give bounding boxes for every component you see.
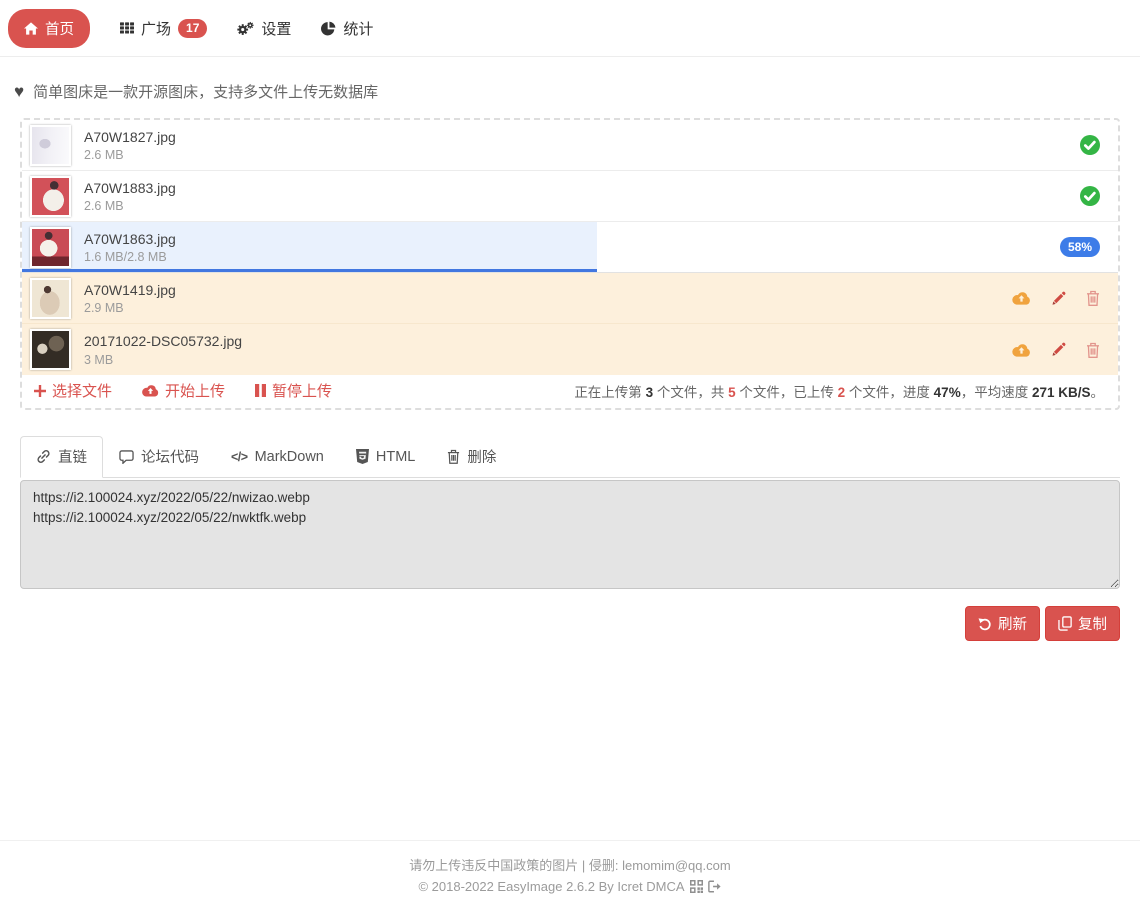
file-size: 2.6 MB bbox=[84, 199, 176, 213]
upload-status-text: 正在上传第 3 个文件，共 5 个文件，已上传 2 个文件，进度 47%，平均速… bbox=[574, 381, 1104, 401]
pencil-icon[interactable] bbox=[1051, 342, 1066, 357]
start-upload-label: 开始上传 bbox=[165, 380, 225, 401]
footer-policy-line: 请勿上传违反中国政策的图片 | 侵删: lemomim@qq.com bbox=[0, 856, 1140, 876]
code-icon: </> bbox=[231, 450, 248, 464]
file-size: 2.9 MB bbox=[84, 301, 176, 315]
trash-icon bbox=[447, 449, 460, 464]
plus-icon bbox=[34, 385, 46, 397]
nav-item-settings[interactable]: 设置 bbox=[237, 18, 291, 39]
select-files-label: 选择文件 bbox=[52, 380, 112, 401]
home-icon bbox=[24, 22, 38, 35]
file-name: A70W1827.jpg bbox=[84, 128, 176, 146]
refresh-label: 刷新 bbox=[998, 613, 1027, 634]
nav-home-label: 首页 bbox=[45, 18, 74, 39]
tab-direct-link[interactable]: 直链 bbox=[20, 436, 103, 478]
nav-settings-label: 设置 bbox=[261, 18, 291, 39]
link-format-tabs: 直链 论坛代码 </> MarkDown HTML 删除 bbox=[20, 436, 1120, 478]
link-output-textarea[interactable]: https://i2.100024.xyz/2022/05/22/nwizao.… bbox=[20, 480, 1120, 589]
check-circle-icon bbox=[1080, 135, 1100, 155]
file-row-pending: 20171022-DSC05732.jpg 3 MB bbox=[22, 324, 1118, 375]
grid-icon bbox=[120, 21, 134, 35]
tab-markdown[interactable]: </> MarkDown bbox=[215, 436, 340, 478]
nav-item-home[interactable]: 首页 bbox=[8, 9, 90, 48]
cloud-upload-icon[interactable] bbox=[1012, 343, 1031, 357]
gears-icon bbox=[237, 21, 254, 36]
file-size: 2.6 MB bbox=[84, 148, 176, 162]
refresh-button[interactable]: 刷新 bbox=[965, 606, 1040, 641]
refresh-icon bbox=[978, 617, 992, 631]
tab-html-label: HTML bbox=[376, 449, 415, 465]
file-name: A70W1863.jpg bbox=[84, 230, 176, 248]
trash-icon[interactable] bbox=[1086, 342, 1100, 358]
plaza-count-badge: 17 bbox=[178, 19, 207, 38]
nav-stats-label: 统计 bbox=[343, 18, 373, 39]
site-tagline: ♥ 简单图床是一款开源图床，支持多文件上传无数据库 bbox=[14, 81, 1120, 102]
link-icon bbox=[36, 449, 51, 464]
file-row: A70W1883.jpg 2.6 MB bbox=[22, 171, 1118, 222]
tab-markdown-label: MarkDown bbox=[255, 449, 324, 465]
qr-code-icon[interactable] bbox=[690, 880, 703, 893]
upload-toolbar: 选择文件 开始上传 暂停上传 正在上传第 3 个文件，共 5 个文件，已上传 2… bbox=[22, 375, 1118, 408]
tab-forum-label: 论坛代码 bbox=[141, 446, 199, 467]
cloud-upload-icon[interactable] bbox=[1012, 291, 1031, 305]
progress-percent-badge: 58% bbox=[1060, 237, 1100, 257]
output-actions: 刷新 复制 bbox=[20, 606, 1120, 641]
tab-delete[interactable]: 删除 bbox=[431, 436, 512, 478]
tab-delete-label: 删除 bbox=[467, 446, 496, 467]
pause-icon bbox=[255, 384, 266, 397]
nav-plaza-label: 广场 bbox=[141, 18, 171, 39]
upload-dropzone: A70W1827.jpg 2.6 MB A70W1883.jpg 2.6 MB bbox=[20, 118, 1120, 410]
file-row: A70W1827.jpg 2.6 MB bbox=[22, 120, 1118, 171]
pause-upload-button[interactable]: 暂停上传 bbox=[255, 380, 332, 401]
logout-icon[interactable] bbox=[708, 880, 722, 893]
file-row-pending: A70W1419.jpg 2.9 MB bbox=[22, 273, 1118, 324]
copy-label: 复制 bbox=[1078, 613, 1107, 634]
copy-button[interactable]: 复制 bbox=[1045, 606, 1120, 641]
file-row-uploading: A70W1863.jpg 1.6 MB/2.8 MB 58% bbox=[22, 222, 1118, 273]
file-name: A70W1883.jpg bbox=[84, 179, 176, 197]
tab-html[interactable]: HTML bbox=[340, 436, 431, 478]
page-footer: 请勿上传违反中国政策的图片 | 侵删: lemomim@qq.com © 201… bbox=[0, 840, 1140, 906]
nav-item-plaza[interactable]: 广场 17 bbox=[120, 18, 207, 39]
file-thumbnail[interactable] bbox=[30, 329, 71, 370]
file-name: A70W1419.jpg bbox=[84, 281, 176, 299]
file-size: 1.6 MB/2.8 MB bbox=[84, 250, 176, 264]
start-upload-button[interactable]: 开始上传 bbox=[142, 380, 225, 401]
html5-icon bbox=[356, 449, 369, 464]
check-circle-icon bbox=[1080, 186, 1100, 206]
copy-icon bbox=[1058, 616, 1072, 631]
file-thumbnail[interactable] bbox=[30, 125, 71, 166]
trash-icon[interactable] bbox=[1086, 290, 1100, 306]
link-output-section: https://i2.100024.xyz/2022/05/22/nwizao.… bbox=[20, 480, 1120, 594]
file-thumbnail[interactable] bbox=[30, 278, 71, 319]
nav-item-stats[interactable]: 统计 bbox=[321, 18, 373, 39]
tagline-text: 简单图床是一款开源图床，支持多文件上传无数据库 bbox=[33, 81, 378, 102]
file-thumbnail[interactable] bbox=[30, 176, 71, 217]
cloud-upload-icon bbox=[142, 384, 159, 397]
tab-direct-label: 直链 bbox=[58, 446, 87, 467]
file-name: 20171022-DSC05732.jpg bbox=[84, 332, 242, 350]
top-navbar: 首页 广场 17 bbox=[0, 0, 1140, 57]
file-size: 3 MB bbox=[84, 353, 242, 367]
comment-icon bbox=[119, 450, 134, 464]
tab-forum-code[interactable]: 论坛代码 bbox=[103, 436, 215, 478]
footer-copyright: © 2018-2022 EasyImage 2.6.2 By Icret DMC… bbox=[418, 877, 684, 897]
file-thumbnail[interactable] bbox=[30, 227, 71, 268]
heart-icon: ♥ bbox=[14, 83, 24, 100]
select-files-button[interactable]: 选择文件 bbox=[34, 380, 112, 401]
pencil-icon[interactable] bbox=[1051, 291, 1066, 306]
pause-upload-label: 暂停上传 bbox=[272, 380, 332, 401]
pie-chart-icon bbox=[321, 21, 336, 36]
